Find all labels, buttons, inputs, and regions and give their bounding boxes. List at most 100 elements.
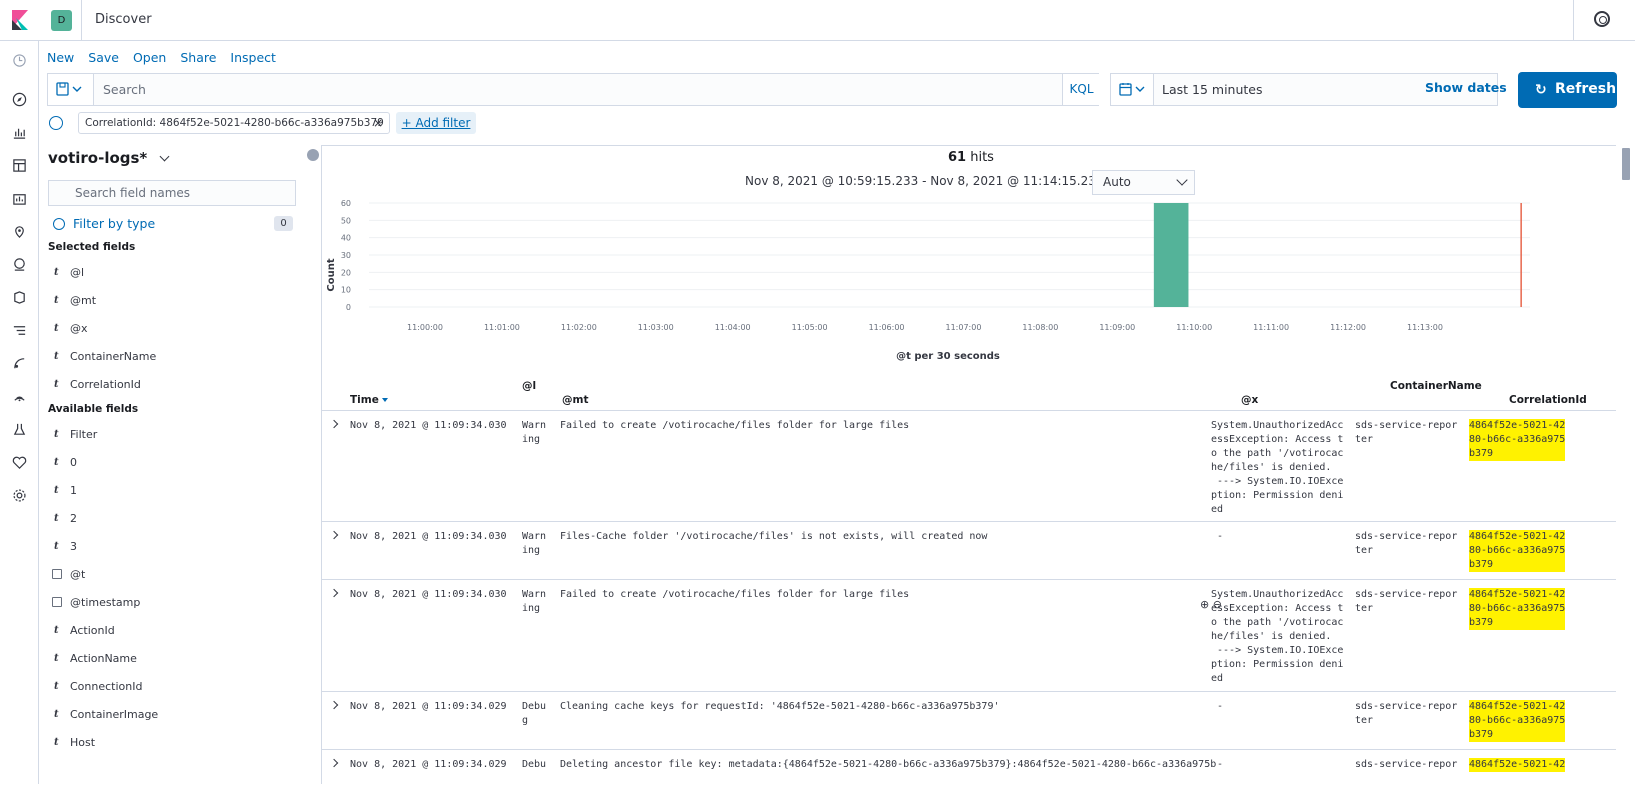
chevron-right-icon[interactable]	[329, 530, 339, 540]
open-button[interactable]: Open	[133, 50, 166, 68]
collapse-sidebar-icon[interactable]	[307, 149, 319, 161]
management-gear-icon[interactable]	[12, 488, 27, 503]
refresh-label: Refresh	[1555, 81, 1617, 97]
maps-icon[interactable]	[12, 224, 27, 239]
column-header-container[interactable]: ContainerName	[1390, 380, 1482, 392]
apm-icon[interactable]	[12, 356, 27, 371]
filter-pill-label: CorrelationId: 4864f52e-5021-4280-b66c-a…	[85, 117, 384, 129]
table-row[interactable]: Nov 8, 2021 @ 11:09:34.030 Warn ing Files-…	[322, 521, 1616, 579]
logs-icon[interactable]	[12, 323, 27, 338]
field-search-input[interactable]	[48, 180, 296, 206]
x-tick-label: 11:12:00	[1330, 323, 1366, 332]
scrollbar[interactable]	[1622, 148, 1630, 180]
help-icon[interactable]	[1594, 11, 1610, 27]
column-header-level[interactable]: @l	[522, 380, 536, 392]
recent-clock-icon[interactable]	[12, 53, 27, 68]
cell-level: Warn ing	[522, 420, 547, 445]
field-name: @x	[70, 322, 88, 335]
infrastructure-icon[interactable]	[12, 290, 27, 305]
add-filter-button[interactable]: + Add filter	[396, 112, 476, 134]
cell-exception: -	[1211, 701, 1224, 712]
dev-tools-icon[interactable]	[12, 422, 27, 437]
machine-learning-icon[interactable]	[12, 257, 27, 272]
hit-count-value: 61	[948, 150, 967, 165]
show-dates-button[interactable]: Show dates	[1425, 80, 1507, 95]
column-header-correlation[interactable]: CorrelationId	[1509, 394, 1587, 406]
space-avatar[interactable]: D	[51, 10, 72, 31]
saved-query-button[interactable]	[48, 74, 94, 105]
column-header-time[interactable]: Time	[350, 394, 388, 406]
kql-language-toggle[interactable]: KQL	[1062, 74, 1100, 105]
chevron-right-icon[interactable]	[329, 758, 339, 768]
filter-by-type-button[interactable]: Filter by type	[73, 216, 155, 231]
discover-compass-icon[interactable]	[12, 92, 27, 107]
string-field-icon: t	[54, 709, 59, 720]
new-button[interactable]: New	[47, 50, 74, 68]
quick-select-button[interactable]	[1111, 74, 1154, 105]
table-row[interactable]: Nov 8, 2021 @ 11:09:34.029 Debu g Cleaning…	[322, 691, 1616, 749]
share-button[interactable]: Share	[180, 50, 216, 68]
kibana-logo-icon[interactable]	[10, 10, 30, 30]
uptime-icon[interactable]	[12, 389, 27, 404]
chevron-right-icon[interactable]	[329, 419, 339, 429]
field-name: ActionName	[70, 652, 137, 665]
y-tick-label: 0	[346, 303, 351, 312]
x-tick-label: 11:09:00	[1099, 323, 1135, 332]
cell-exception: System.UnauthorizedAcc essException: Acc…	[1211, 420, 1344, 515]
chevron-down-icon	[1176, 174, 1188, 186]
field-sidebar: votiro-logs* Filter by type 0 Selected f…	[39, 140, 321, 784]
save-button[interactable]: Save	[88, 50, 119, 68]
filter-pill[interactable]: CorrelationId: 4864f52e-5021-4280-b66c-a…	[78, 112, 390, 134]
column-header-mt[interactable]: @mt	[562, 394, 588, 406]
sort-desc-icon[interactable]	[381, 398, 388, 402]
field-name: @l	[70, 266, 85, 279]
table-row[interactable]: Nov 8, 2021 @ 11:09:34.030 Warn ing Failed…	[322, 410, 1616, 521]
query-bar: KQL	[47, 73, 1100, 106]
monitoring-heart-icon[interactable]	[12, 455, 27, 470]
cell-container: sds-service-repor ter	[1355, 701, 1458, 726]
chevron-down-icon	[72, 86, 82, 92]
time-range-label: Nov 8, 2021 @ 10:59:15.233 - Nov 8, 2021…	[745, 174, 1120, 188]
field-name: 0	[70, 456, 77, 469]
x-tick-label: 11:11:00	[1253, 323, 1289, 332]
filter-menu-icon[interactable]	[49, 116, 63, 130]
y-tick-label: 40	[341, 234, 351, 243]
chevron-right-icon[interactable]	[329, 588, 339, 598]
selected-fields-title: Selected fields	[48, 241, 136, 253]
string-field-icon: t	[54, 323, 59, 334]
inspect-button[interactable]: Inspect	[230, 50, 276, 68]
histogram-bar[interactable]	[1153, 203, 1189, 307]
x-tick-label: 11:07:00	[945, 323, 981, 332]
interval-select[interactable]: Auto	[1092, 170, 1195, 195]
x-tick-label: 11:10:00	[1176, 323, 1212, 332]
refresh-button[interactable]: ↻ Refresh	[1518, 72, 1617, 108]
index-pattern-selector[interactable]: votiro-logs*	[48, 149, 169, 167]
calendar-icon	[1119, 83, 1132, 96]
header-divider	[1573, 0, 1574, 41]
zoom-in-icon[interactable]: ⊕	[1200, 598, 1209, 611]
string-field-icon: t	[54, 457, 59, 468]
refresh-icon: ↻	[1535, 82, 1547, 98]
close-icon[interactable]: ×	[373, 113, 383, 133]
histogram-chart[interactable]: 0 10 20 30 40 50 60 11:00:00 11:01:00 11:02:00 11…	[321, 195, 1616, 365]
table-row[interactable]: Nov 8, 2021 @ 11:09:34.030 Warn ing Failed…	[322, 579, 1616, 691]
dashboard-icon[interactable]	[12, 158, 27, 173]
top-nav-menu: New Save Open Share Inspect	[47, 50, 290, 68]
zoom-out-icon[interactable]: ⊖	[1213, 598, 1222, 611]
visualize-icon[interactable]	[12, 125, 27, 140]
column-header-x[interactable]: @x	[1241, 394, 1258, 406]
table-row[interactable]: Nov 8, 2021 @ 11:09:34.029 Debu Deleting a…	[322, 749, 1616, 789]
cell-container: sds-service-repor ter	[1355, 589, 1458, 614]
canvas-icon[interactable]	[12, 191, 27, 206]
field-name: Host	[70, 736, 96, 749]
search-input[interactable]	[95, 74, 1062, 105]
field-name: ContainerImage	[70, 708, 159, 721]
cell-container: sds-service-repor	[1355, 759, 1458, 770]
y-tick-label: 30	[341, 251, 351, 260]
cell-message: Deleting ancestor file key: metadata:{48…	[560, 759, 1217, 770]
chevron-right-icon[interactable]	[329, 700, 339, 710]
breadcrumb-discover: Discover	[95, 12, 152, 27]
x-tick-label: 11:02:00	[561, 323, 597, 332]
date-range-display[interactable]: Last 15 minutes	[1162, 82, 1263, 97]
cell-message: Failed to create /votirocache/files fold…	[560, 589, 910, 600]
